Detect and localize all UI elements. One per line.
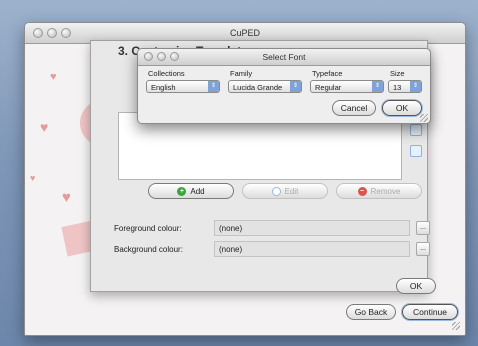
updown-arrows-icon: ⇕: [410, 81, 421, 92]
typeface-label: Typeface: [312, 69, 343, 78]
edit-icon: [271, 186, 281, 196]
collections-label: Collections: [148, 69, 185, 78]
family-label: Family: [230, 69, 253, 78]
heart-icon: ♥: [40, 119, 49, 135]
font-cancel-button[interactable]: Cancel: [332, 100, 376, 116]
background-label: Background colour:: [114, 245, 183, 254]
collections-value: English: [151, 83, 176, 92]
select-font-dialog: Select Font Collections English ⇕ Family…: [137, 48, 431, 124]
go-back-button[interactable]: Go Back: [346, 304, 396, 320]
foreground-field: (none): [214, 220, 410, 236]
family-value: Lucida Grande: [233, 83, 283, 92]
heart-icon: ♥: [50, 71, 57, 83]
dialog-titlebar: Select Font: [138, 49, 430, 66]
font-ok-button[interactable]: OK: [382, 100, 422, 116]
heart-icon: ♥: [62, 189, 71, 206]
family-select[interactable]: Lucida Grande ⇕: [228, 80, 302, 93]
typeface-select[interactable]: Regular ⇕: [310, 80, 384, 93]
minus-icon: −: [357, 186, 367, 196]
move-down-button[interactable]: [410, 145, 422, 157]
add-label: Add: [190, 186, 205, 196]
resize-grip[interactable]: [452, 322, 460, 330]
size-select[interactable]: 13 ⇕: [388, 80, 422, 93]
size-label: Size: [390, 69, 405, 78]
typeface-value: Regular: [315, 83, 342, 92]
edit-label: Edit: [284, 186, 299, 196]
continue-button[interactable]: Continue: [402, 304, 458, 320]
size-value: 13: [393, 83, 402, 92]
sheet-ok-button[interactable]: OK: [396, 278, 436, 294]
foreground-label: Foreground colour:: [114, 224, 182, 233]
background-field: (none): [214, 241, 410, 257]
updown-arrows-icon: ⇕: [290, 81, 301, 92]
remove-label: Remove: [370, 186, 401, 196]
dialog-title: Select Font: [262, 52, 306, 62]
remove-button[interactable]: − Remove: [336, 183, 422, 199]
dialog-resize-grip[interactable]: [420, 114, 428, 122]
plus-icon: +: [177, 186, 187, 196]
heart-icon: ♥: [30, 173, 36, 183]
window-title: CuPED: [229, 28, 260, 38]
add-button[interactable]: + Add: [148, 183, 234, 199]
edit-button[interactable]: Edit: [242, 183, 328, 199]
move-up-button[interactable]: [410, 124, 422, 136]
background-picker-button[interactable]: ...: [416, 242, 430, 256]
updown-arrows-icon: ⇕: [208, 81, 219, 92]
collections-select[interactable]: English ⇕: [146, 80, 220, 93]
foreground-picker-button[interactable]: ...: [416, 221, 430, 235]
updown-arrows-icon: ⇕: [372, 81, 383, 92]
